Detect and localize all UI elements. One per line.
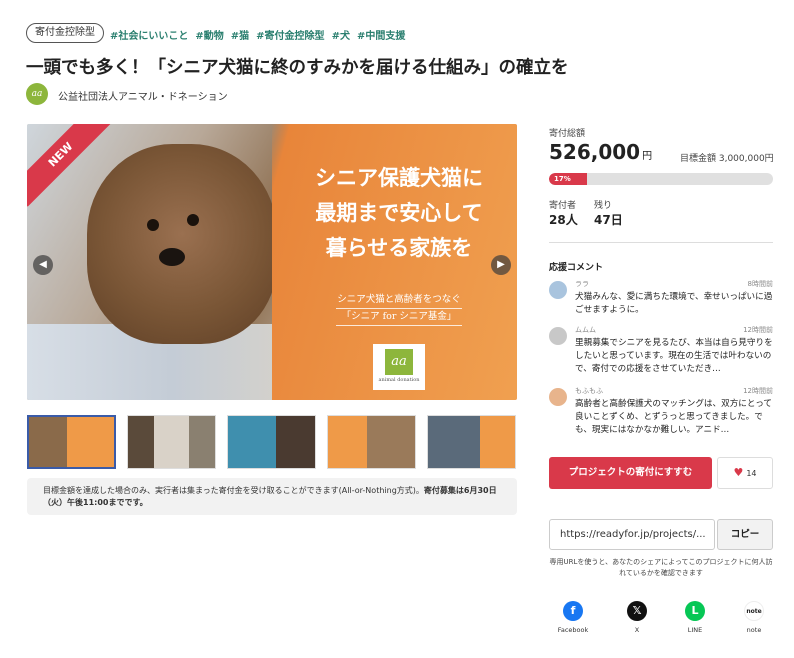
- page-title: 一頭でも多く！「シニア犬猫に終のすみかを届ける仕組み」の確立を: [26, 58, 569, 78]
- dog-eye: [187, 214, 199, 226]
- hero-headline-line: 暮らせる家族を: [325, 235, 473, 260]
- animal-donation-logo: aa animal donation: [373, 344, 425, 390]
- share-x[interactable]: 𝕏 X: [617, 601, 657, 634]
- total-amount: 526,000 円: [549, 140, 652, 164]
- total-amount-unit: 円: [642, 151, 653, 162]
- category-badge[interactable]: 寄付金控除型: [26, 23, 104, 43]
- dog-eye: [147, 219, 159, 231]
- total-label: 寄付総額: [549, 129, 586, 139]
- heart-icon: ♥: [733, 466, 744, 479]
- comment-item[interactable]: ムムム 12時間前 里親募集でシニアを見るたび、本当は自ら見守りをしたいと思って…: [549, 325, 773, 381]
- donors-value: 28人: [549, 213, 578, 227]
- avatar: [549, 281, 567, 299]
- url-note: 専用URLを使うと、あなたのシェアによってこのプロジェクトに何人訪れているかを確…: [549, 558, 773, 577]
- avatar: [549, 327, 567, 345]
- facebook-icon: f: [563, 601, 583, 621]
- progress-fill: 17%: [549, 173, 588, 185]
- comment-author: ララ: [575, 280, 589, 288]
- comment-text: 犬猫みんな、愛に満ちた環境で、幸せいっぱいに過ごせますように。: [575, 292, 773, 315]
- note-icon: note: [744, 601, 764, 621]
- thumbnail[interactable]: [327, 415, 416, 469]
- hero-headline-line: シニア保護犬猫に: [315, 165, 483, 190]
- org-name-link[interactable]: 公益社団法人アニマル・ドネーション: [58, 88, 228, 103]
- comment-text: 里親募集でシニアを見るたび、本当は自ら見守りをしたいと思っています。現在の生活で…: [575, 338, 773, 374]
- share-label: LINE: [687, 626, 703, 634]
- progress-bar: 17%: [549, 173, 773, 185]
- like-button[interactable]: ♥ 14: [717, 457, 773, 489]
- share-label: X: [634, 626, 640, 634]
- divider: [549, 242, 773, 243]
- comment-text: 高齢者と高齢保護犬のマッチングは、双方にとって良いことずくめ、とずうっと思ってき…: [575, 399, 772, 435]
- tag-link[interactable]: #猫: [231, 27, 249, 42]
- x-icon: 𝕏: [627, 601, 647, 621]
- tag-link[interactable]: #社会にいいこと: [110, 27, 188, 42]
- thumbnail[interactable]: [427, 415, 516, 469]
- hero-headline-line: 最期まで安心して: [315, 200, 483, 225]
- all-or-nothing-notice: 目標金額を達成した場合のみ、実行者は集まった寄付金を受け取ることができます(Al…: [27, 478, 517, 515]
- comment-time: 12時間前: [743, 387, 773, 395]
- tag-list: #社会にいいこと #動物 #猫 #寄付金控除型 #犬 #中間支援: [110, 27, 405, 42]
- hero-subtitle: シニア犬猫と高齢者をつなぐ 「シニア for シニア基金」: [289, 292, 509, 326]
- comment-author: ムムム: [575, 326, 596, 334]
- chevron-right-icon[interactable]: ▶: [491, 255, 511, 275]
- hero-fund-name: 「シニア for シニア基金」: [335, 308, 463, 326]
- thumbnail[interactable]: [127, 415, 216, 469]
- tag-link[interactable]: #犬: [332, 27, 350, 42]
- donate-button[interactable]: プロジェクトの寄付にすすむ: [549, 457, 712, 489]
- hero-headline: シニア保護犬猫に 最期まで安心して 暮らせる家族を: [289, 160, 509, 265]
- share-label: note: [746, 626, 762, 634]
- total-amount-value: 526,000: [549, 140, 641, 164]
- comment-time: 8時間前: [747, 280, 773, 288]
- copy-button[interactable]: コピー: [717, 519, 773, 550]
- comments-title: 応援コメント: [549, 263, 604, 273]
- chevron-left-icon[interactable]: ◀: [33, 255, 53, 275]
- line-icon: L: [685, 601, 705, 621]
- org-logo[interactable]: aa: [26, 83, 48, 105]
- tag-link[interactable]: #動物: [195, 27, 223, 42]
- thumbnail-strip: [27, 415, 516, 469]
- share-facebook[interactable]: f Facebook: [553, 601, 593, 634]
- thumbnail[interactable]: [27, 415, 116, 469]
- share-line[interactable]: L LINE: [675, 601, 715, 634]
- comment-time: 12時間前: [743, 326, 773, 334]
- hero-subtitle-line: シニア犬猫と高齢者をつなぐ: [337, 294, 461, 305]
- tag-link[interactable]: #寄付金控除型: [256, 27, 324, 42]
- comment-item[interactable]: ララ 8時間前 犬猫みんな、愛に満ちた環境で、幸せいっぱいに過ごせますように。: [549, 279, 773, 321]
- logo-text: animal donation: [378, 377, 420, 383]
- share-note[interactable]: note note: [734, 601, 774, 634]
- dog-nose: [159, 248, 185, 266]
- share-label: Facebook: [557, 626, 589, 634]
- dog-illustration: [87, 144, 277, 344]
- remaining-value: 47日: [594, 213, 623, 227]
- hero-image[interactable]: シニア保護犬猫に 最期まで安心して 暮らせる家族を シニア犬猫と高齢者をつなぐ …: [27, 124, 517, 400]
- goal-amount: 目標金額 3,000,000円: [680, 154, 774, 164]
- remaining-label: 残り: [594, 201, 613, 211]
- notice-text: 目標金額を達成した場合のみ、実行者は集まった寄付金を受け取ることができます(Al…: [43, 486, 424, 495]
- donors-label: 寄付者: [549, 201, 577, 211]
- share-url-field[interactable]: https://readyfor.jp/projects/...: [549, 519, 715, 550]
- tag-link[interactable]: #中間支援: [357, 27, 405, 42]
- comment-item[interactable]: もふもふ 12時間前 高齢者と高齢保護犬のマッチングは、双方にとって良いことずく…: [549, 386, 773, 442]
- like-count: 14: [746, 469, 757, 478]
- comment-author: もふもふ: [575, 387, 603, 395]
- logo-mark: aa: [385, 349, 413, 375]
- avatar: [549, 388, 567, 406]
- thumbnail[interactable]: [227, 415, 316, 469]
